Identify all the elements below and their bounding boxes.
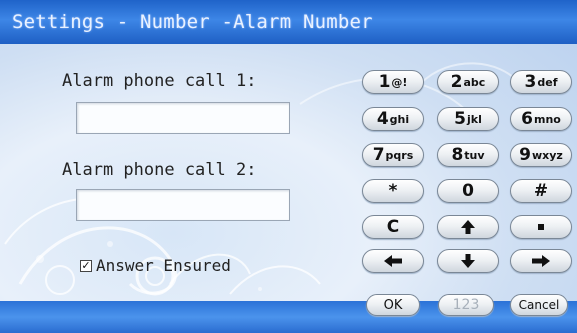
key-hash[interactable]: # <box>510 179 572 203</box>
clear-button[interactable]: C <box>362 215 424 239</box>
key-7[interactable]: 7 pqrs <box>362 143 424 167</box>
key-2[interactable]: 2 abc <box>437 70 499 94</box>
answer-ensured-checkbox[interactable]: ✓ <box>80 259 92 272</box>
key-star[interactable]: * <box>362 179 424 203</box>
cancel-button[interactable]: Cancel <box>510 294 568 316</box>
up-button[interactable] <box>437 215 499 239</box>
answer-ensured-label: Answer Ensured <box>96 256 231 275</box>
key-9[interactable]: 9 wxyz <box>510 143 572 167</box>
key-6[interactable]: 6 mno <box>510 107 572 131</box>
right-arrow-icon <box>532 255 550 267</box>
key-3[interactable]: 3 def <box>510 70 572 94</box>
left-arrow-icon <box>384 255 402 267</box>
alarm-call-1-input[interactable] <box>76 102 290 134</box>
settings-screen: Settings - Number -Alarm Number Alarm ph… <box>0 0 577 333</box>
left-button[interactable] <box>362 249 424 273</box>
title-bar: Settings - Number -Alarm Number <box>0 0 577 44</box>
up-arrow-icon <box>461 220 475 234</box>
down-arrow-icon <box>461 254 475 268</box>
answer-ensured-option[interactable]: ✓ Answer Ensured <box>80 256 231 275</box>
down-button[interactable] <box>437 249 499 273</box>
alarm-call-1-label: Alarm phone call 1: <box>62 71 257 91</box>
key-4[interactable]: 4 ghi <box>362 107 424 131</box>
key-0[interactable]: 0 <box>437 179 499 203</box>
dot-icon <box>538 224 544 230</box>
ok-button[interactable]: OK <box>366 294 420 316</box>
window-title: Settings - Number -Alarm Number <box>12 11 373 33</box>
key-1[interactable]: 1 @! <box>362 70 424 94</box>
key-8[interactable]: 8 tuv <box>437 143 499 167</box>
right-button[interactable] <box>510 249 572 273</box>
input-mode-button[interactable]: 123 <box>438 294 494 316</box>
dot-button[interactable] <box>510 215 572 239</box>
alarm-call-2-input[interactable] <box>76 189 290 221</box>
key-5[interactable]: 5 jkl <box>437 107 499 131</box>
alarm-call-2-label: Alarm phone call 2: <box>62 160 257 180</box>
